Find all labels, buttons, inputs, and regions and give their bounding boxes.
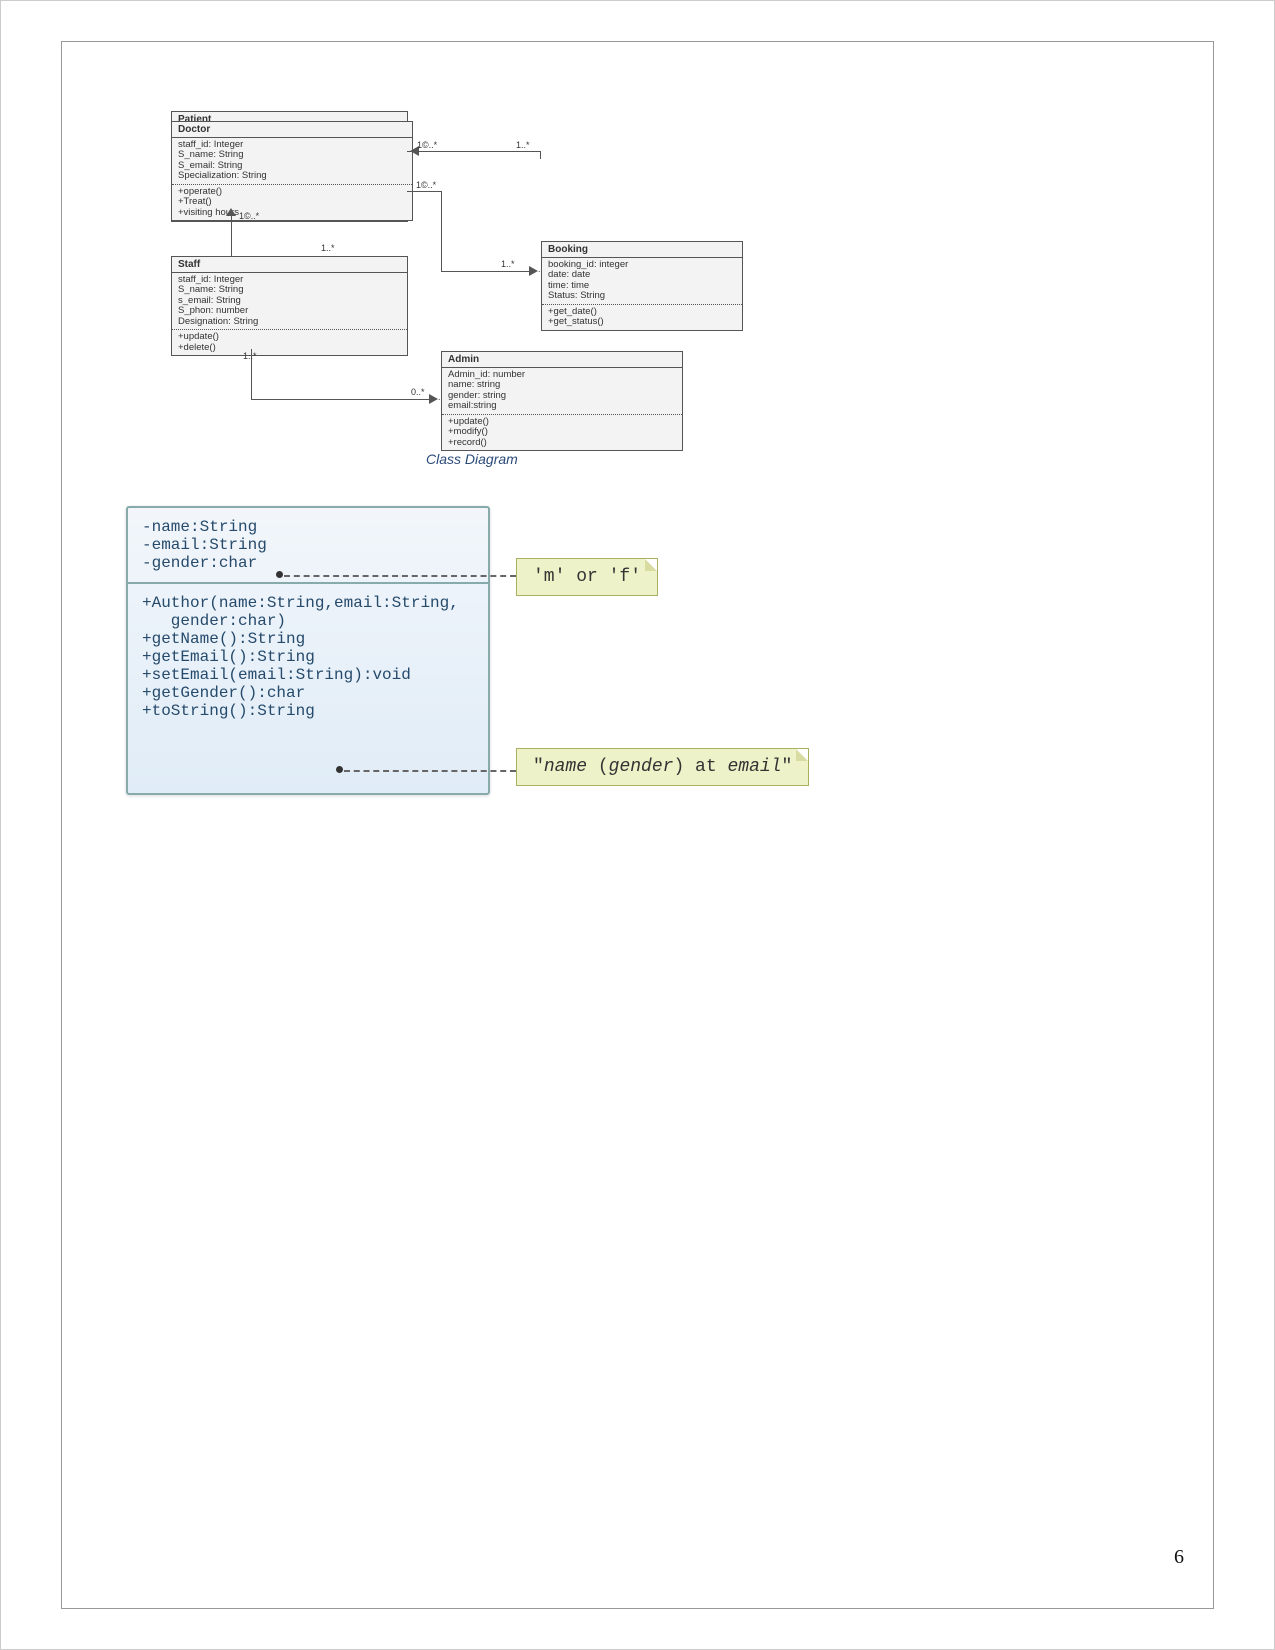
figure-caption: Class Diagram xyxy=(426,451,518,467)
i: email xyxy=(727,757,781,777)
mult: 0..* xyxy=(411,387,425,397)
class-author: -name:String -email:String -gender:char … xyxy=(126,506,490,795)
mult: 1..* xyxy=(501,259,515,269)
attr: Specialization: String xyxy=(178,171,406,181)
page-number: 6 xyxy=(1174,1546,1184,1569)
assoc-patient-doctor xyxy=(407,151,540,152)
op: +setEmail(email:String):void xyxy=(142,666,474,684)
mult: 1..* xyxy=(516,140,530,150)
anchor-dot-icon xyxy=(276,571,283,578)
anchor-dot-icon xyxy=(336,766,343,773)
mult: 1©..* xyxy=(417,140,437,150)
mult: 1..* xyxy=(321,243,335,253)
op: +getEmail():String xyxy=(142,648,474,666)
assoc-seg xyxy=(540,151,541,159)
attr: Designation: String xyxy=(178,317,401,327)
class-staff: Staff staff_id: Integer S_name: String s… xyxy=(171,256,408,356)
note-tostring: "name (gender) at email" xyxy=(516,748,809,786)
assoc-patient-staff xyxy=(231,214,232,256)
assoc-patient-booking xyxy=(407,191,442,192)
t: ) at xyxy=(673,757,727,777)
nav-arrow-up-icon xyxy=(226,208,236,216)
note-connector xyxy=(344,770,516,772)
class-booking-title: Booking xyxy=(542,242,742,258)
attr: email:string xyxy=(448,401,676,411)
mult: 1©..* xyxy=(416,180,436,190)
i: name xyxy=(544,757,587,777)
q: " xyxy=(781,757,792,777)
open-arrow-border-icon xyxy=(429,394,438,404)
op: +get_status() xyxy=(548,317,736,327)
attr: Status: String xyxy=(548,291,736,301)
t: ( xyxy=(587,757,609,777)
attr: -name:String xyxy=(142,518,474,536)
op: +toString():String xyxy=(142,702,474,720)
note-gender: 'm' or 'f' xyxy=(516,558,658,596)
class-diagram-bottom: -name:String -email:String -gender:char … xyxy=(126,506,826,801)
mult: 1©..* xyxy=(239,211,259,221)
assoc-seg xyxy=(441,271,540,272)
op: +delete() xyxy=(178,343,401,353)
attr: -gender:char xyxy=(142,554,474,572)
class-diagram-top: Patient patient_id: integer name: String… xyxy=(171,111,921,451)
op: +record() xyxy=(448,438,676,448)
class-admin: Admin Admin_id: number name: string gend… xyxy=(441,351,683,451)
op: +Author(name:String,email:String, xyxy=(142,594,474,612)
class-doctor: Doctor staff_id: Integer S_name: String … xyxy=(171,121,413,221)
open-arrow-border-icon xyxy=(529,266,538,276)
note-connector xyxy=(284,575,516,577)
q: " xyxy=(533,757,544,777)
op: +visiting hours xyxy=(178,208,406,218)
attr: -email:String xyxy=(142,536,474,554)
class-staff-title: Staff xyxy=(172,257,407,273)
class-admin-title: Admin xyxy=(442,352,682,368)
op: +operate() xyxy=(178,187,406,197)
note-gender-text: 'm' or 'f' xyxy=(533,567,641,587)
assoc-seg xyxy=(251,399,440,400)
assoc-seg xyxy=(441,191,442,271)
op: gender:char) xyxy=(142,612,474,630)
class-booking: Booking booking_id: integer date: date t… xyxy=(541,241,743,331)
class-doctor-title: Doctor xyxy=(172,122,412,138)
op: +getGender():char xyxy=(142,684,474,702)
mult: 1..* xyxy=(243,351,257,361)
i: gender xyxy=(609,757,674,777)
op: +getName():String xyxy=(142,630,474,648)
